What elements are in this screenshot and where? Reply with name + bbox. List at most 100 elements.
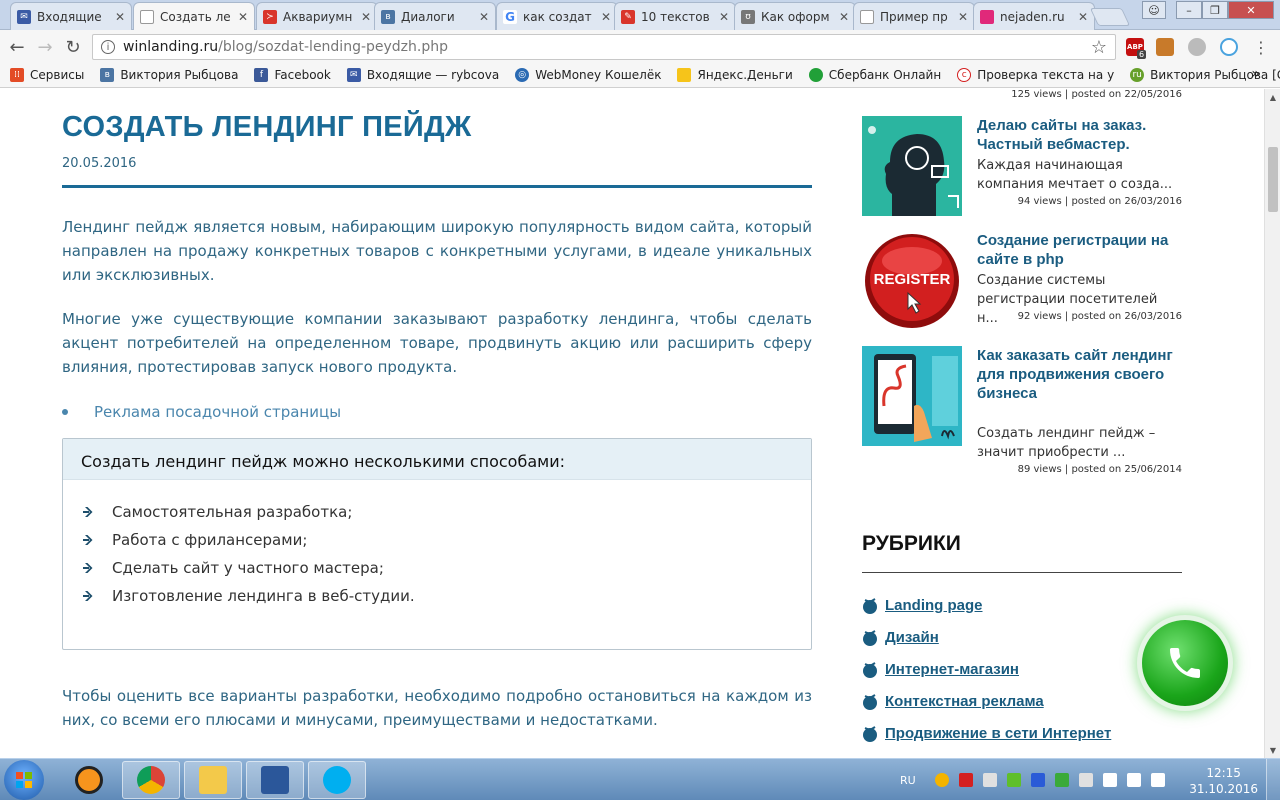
network-icon[interactable] bbox=[1126, 773, 1141, 787]
back-button[interactable]: ← bbox=[6, 36, 28, 58]
tab-how-to[interactable]: ʊ Как оформ ✕ bbox=[734, 2, 856, 30]
tab-title: nejaden.ru bbox=[1000, 9, 1065, 24]
close-window-button[interactable]: ✕ bbox=[1228, 1, 1274, 19]
close-icon[interactable]: ✕ bbox=[238, 10, 248, 24]
close-icon[interactable]: ✕ bbox=[115, 10, 125, 24]
tab-nejaden[interactable]: nejaden.ru ✕ bbox=[973, 2, 1095, 30]
chrome-tray-icon[interactable] bbox=[934, 773, 949, 787]
post-title-link[interactable]: Создание регистрации на сайте в php bbox=[977, 231, 1182, 269]
close-icon[interactable]: ✕ bbox=[1078, 10, 1088, 24]
bookmark-label: Сервисы bbox=[30, 68, 85, 82]
clock[interactable]: 12:15 31.10.2016 bbox=[1189, 765, 1258, 797]
close-icon[interactable]: ✕ bbox=[958, 10, 968, 24]
maximize-button[interactable]: ❐ bbox=[1202, 1, 1228, 19]
bookmark-vk-profile[interactable]: в Виктория Рыбцова bbox=[100, 68, 238, 82]
user-profile-button[interactable]: ☺ bbox=[1142, 1, 1166, 19]
power-icon[interactable] bbox=[1078, 773, 1093, 787]
flag-icon[interactable] bbox=[958, 773, 973, 787]
tab-title: 10 текстов bbox=[641, 9, 710, 24]
bookmark-facebook[interactable]: f Facebook bbox=[254, 68, 331, 82]
globe-icon: ◎ bbox=[515, 68, 530, 82]
callback-button[interactable] bbox=[1142, 620, 1228, 706]
new-tab-button[interactable] bbox=[1089, 8, 1131, 26]
shield-icon[interactable] bbox=[1054, 773, 1069, 787]
tab-strip: ✉ Входящие ✕ Создать ле ✕ ≻ Аквариумн ✕ … bbox=[0, 0, 1280, 31]
ru-icon: ru bbox=[1130, 68, 1145, 82]
close-icon[interactable]: ✕ bbox=[479, 10, 489, 24]
close-icon[interactable]: ✕ bbox=[361, 10, 371, 24]
wallet-icon bbox=[677, 68, 692, 82]
kebab-menu-icon: ⋮ bbox=[1253, 37, 1269, 57]
fish-icon: ≻ bbox=[263, 9, 277, 24]
messenger-icon[interactable] bbox=[1006, 773, 1021, 787]
bookmark-mail[interactable]: ✉ Входящие — rybcova bbox=[346, 68, 500, 82]
forward-button[interactable]: → bbox=[34, 36, 56, 58]
post-title-link[interactable]: Делаю сайты на заказ. Частный вебмастер. bbox=[977, 116, 1182, 154]
rubric-link[interactable]: Landing page bbox=[862, 597, 983, 614]
ball-icon bbox=[863, 597, 877, 614]
close-icon[interactable]: ✕ bbox=[839, 10, 849, 24]
rubric-link[interactable]: Интернет-магазин bbox=[862, 661, 1019, 678]
usb-icon[interactable] bbox=[1102, 773, 1117, 787]
reload-button[interactable]: ↻ bbox=[62, 36, 84, 58]
tab-aquarium[interactable]: ≻ Аквариумн ✕ bbox=[256, 2, 378, 30]
arrow-right-icon bbox=[83, 535, 93, 545]
tab-texts[interactable]: ✎ 10 текстов ✕ bbox=[614, 2, 736, 30]
bookmark-label: Входящие — rybcova bbox=[366, 68, 500, 82]
ball-icon bbox=[863, 661, 877, 678]
page-scrollbar[interactable]: ▲ ▼ bbox=[1264, 89, 1280, 758]
scroll-down-icon[interactable]: ▼ bbox=[1265, 742, 1280, 758]
close-icon[interactable]: ✕ bbox=[719, 10, 729, 24]
start-button[interactable] bbox=[4, 760, 44, 800]
volume-icon[interactable] bbox=[1150, 773, 1165, 787]
speaker-icon[interactable] bbox=[982, 773, 997, 787]
bookmark-label: Яндекс.Деньги bbox=[697, 68, 793, 82]
bookmark-text-check[interactable]: c Проверка текста на у bbox=[957, 68, 1114, 82]
page-icon bbox=[140, 10, 154, 24]
post-title-link[interactable]: Как заказать сайт лендинг для продвижени… bbox=[977, 346, 1182, 403]
rubric-link[interactable]: Дизайн bbox=[862, 629, 939, 646]
post-meta: 89 views | posted on 25/06/2014 bbox=[1017, 464, 1182, 475]
minimize-button[interactable]: – bbox=[1176, 1, 1202, 19]
tab-inbox[interactable]: ✉ Входящие ✕ bbox=[10, 2, 132, 30]
scroll-up-icon[interactable]: ▲ bbox=[1265, 89, 1280, 105]
rubric-link[interactable]: Контекстная реклама bbox=[862, 693, 1044, 710]
puzzle-extension-icon[interactable] bbox=[1156, 38, 1174, 56]
taskbar-explorer[interactable] bbox=[184, 761, 242, 799]
bluetooth-icon[interactable] bbox=[1030, 773, 1045, 787]
address-bar[interactable]: i winlanding.ru/blog/sozdat-lending-peyd… bbox=[92, 34, 1116, 60]
bookmark-star-icon[interactable]: ☆ bbox=[1091, 37, 1107, 58]
tab-example[interactable]: Пример пр ✕ bbox=[853, 2, 975, 30]
person-icon: ☺ bbox=[1148, 3, 1160, 17]
taskbar-chrome[interactable] bbox=[122, 761, 180, 799]
rubric-link[interactable]: Продвижение в сети Интернет bbox=[862, 725, 1111, 742]
landing-ads-link[interactable]: Реклама посадочной страницы bbox=[62, 403, 341, 421]
bookmark-yandex-money[interactable]: Яндекс.Деньги bbox=[677, 68, 793, 82]
gear-extension-icon[interactable] bbox=[1188, 38, 1206, 56]
info-icon[interactable]: i bbox=[101, 40, 115, 54]
facebook-icon: f bbox=[254, 68, 269, 82]
tab-active-page[interactable]: Создать ле ✕ bbox=[133, 2, 255, 31]
tab-dialogs[interactable]: в Диалоги ✕ bbox=[374, 2, 496, 30]
language-indicator[interactable]: RU bbox=[900, 774, 916, 787]
chrome-menu-button[interactable]: ⋮ bbox=[1250, 36, 1272, 58]
taskbar-skype[interactable] bbox=[308, 761, 366, 799]
play-extension-icon[interactable] bbox=[1220, 38, 1238, 56]
bookmark-services[interactable]: ⁞⁞ Сервисы bbox=[10, 68, 84, 82]
close-icon[interactable]: ✕ bbox=[601, 10, 611, 24]
bookmark-webmoney[interactable]: ◎ WebMoney Кошелёк bbox=[515, 68, 661, 82]
bookmarks-overflow-button[interactable]: » bbox=[1251, 66, 1260, 82]
taskbar-word[interactable] bbox=[246, 761, 304, 799]
vk-icon: в bbox=[381, 9, 395, 24]
system-tray: RU bbox=[900, 759, 1170, 800]
taskbar-avast[interactable] bbox=[60, 761, 118, 799]
rubrics-heading: РУБРИКИ bbox=[862, 532, 961, 555]
bookmark-sberbank[interactable]: Сбербанк Онлайн bbox=[808, 68, 941, 82]
list-item: Самостоятельная разработка; bbox=[83, 498, 811, 526]
avast-icon bbox=[75, 766, 103, 794]
tab-google-search[interactable]: G как создат ✕ bbox=[496, 2, 618, 30]
register-button-thumbnail: REGISTER bbox=[862, 231, 962, 331]
mail-icon: ✉ bbox=[346, 68, 361, 82]
show-desktop-button[interactable] bbox=[1266, 759, 1280, 800]
scrollbar-thumb[interactable] bbox=[1268, 147, 1278, 212]
